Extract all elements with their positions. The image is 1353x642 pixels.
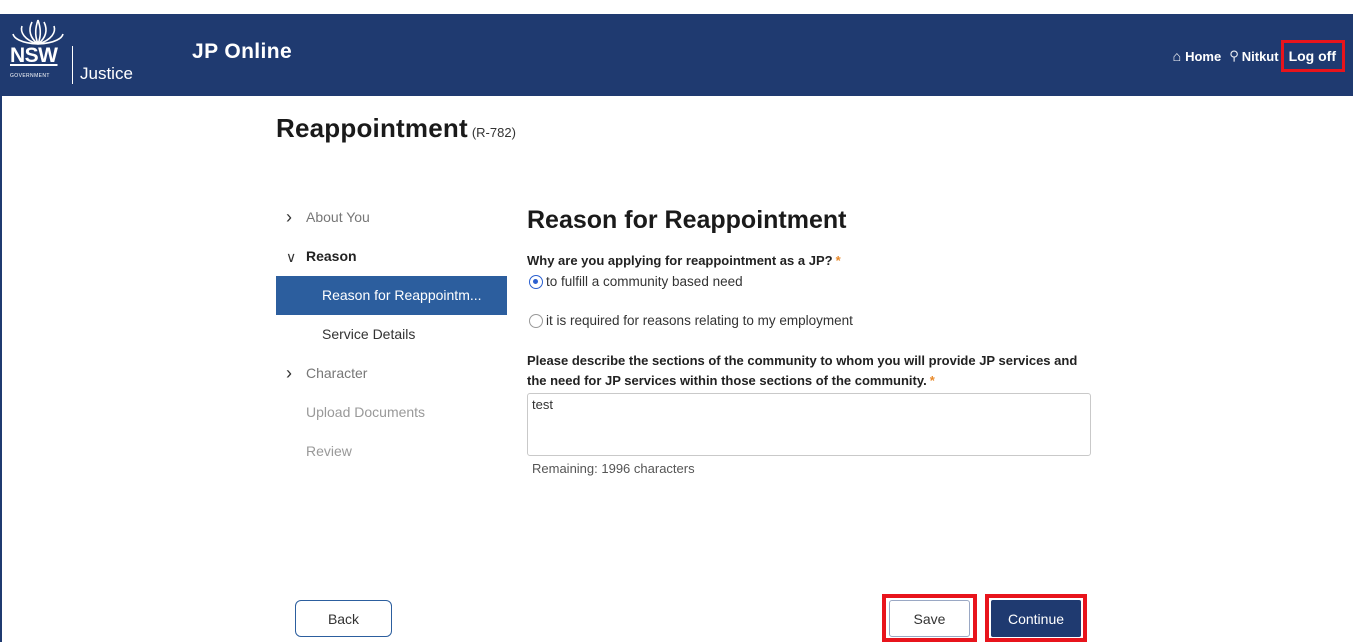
nav-item-reason-for-reappointment[interactable]: Reason for Reappointm...	[276, 276, 507, 315]
nav-item-about-you[interactable]: › About You	[276, 198, 507, 237]
nav-item-character[interactable]: › Character	[276, 354, 507, 393]
chevron-down-icon: ∨	[286, 249, 297, 265]
nsw-justice-logo[interactable]: NSW GOVERNMENT Justice	[8, 18, 158, 88]
logo-nsw-text: NSW	[10, 44, 58, 67]
window-top-strip	[0, 0, 1353, 14]
radio-option-community-need[interactable]: to fulfill a community based need	[529, 274, 743, 289]
continue-button[interactable]: Continue	[991, 600, 1081, 637]
page-title-text: Reappointment	[276, 113, 468, 143]
back-button[interactable]: Back	[295, 600, 392, 637]
logo-government-text: GOVERNMENT	[10, 73, 50, 79]
user-icon: ⚲	[1229, 48, 1239, 63]
home-icon: ⌂	[1172, 48, 1182, 64]
remaining-characters: Remaining: 1996 characters	[532, 461, 695, 476]
nav-item-label: Upload Documents	[306, 404, 426, 420]
home-link-label: Home	[1185, 48, 1222, 64]
radio-option-employment[interactable]: it is required for reasons relating to m…	[529, 313, 853, 328]
app-header: NSW GOVERNMENT Justice JP Online ⌂ Home …	[0, 14, 1353, 96]
radio-unchecked-icon[interactable]	[529, 313, 543, 328]
nav-item-label: About You	[306, 209, 370, 225]
chevron-right-icon: ›	[286, 207, 292, 227]
nav-item-upload-documents: Upload Documents	[276, 393, 507, 432]
waratah-icon	[12, 19, 64, 45]
section-title: Reason for Reappointment	[527, 206, 847, 234]
logo-divider	[72, 46, 73, 84]
nav-item-label: Review	[306, 443, 352, 459]
top-nav: ⌂ Home ⚲ Nitkut Log off	[1173, 40, 1345, 72]
nav-item-label: Reason	[306, 248, 357, 264]
radio-checked-icon[interactable]	[529, 274, 543, 289]
nav-item-label: Character	[306, 365, 368, 381]
description-question: Please describe the sections of the comm…	[527, 351, 1097, 391]
description-textarea[interactable]: test	[527, 393, 1091, 456]
radio-option-label: to fulfill a community based need	[546, 274, 743, 289]
chevron-right-icon: ›	[286, 363, 292, 383]
app-title: JP Online	[192, 40, 293, 63]
nav-item-label: Service Details	[322, 326, 416, 342]
user-name: Nitkut	[1241, 48, 1279, 64]
required-marker: *	[835, 253, 841, 268]
radio-option-label: it is required for reasons relating to m…	[546, 313, 853, 328]
logo-justice-text: Justice	[80, 64, 133, 83]
nav-item-label: Reason for Reappointm...	[322, 287, 482, 303]
nav-item-service-details[interactable]: Service Details	[276, 315, 507, 354]
user-menu[interactable]: ⚲ Nitkut	[1221, 48, 1278, 64]
reason-question-text: Why are you applying for reappointment a…	[527, 253, 833, 268]
home-link[interactable]: ⌂ Home	[1173, 48, 1222, 64]
nav-item-review: Review	[276, 432, 507, 471]
reason-question: Why are you applying for reappointment a…	[527, 253, 841, 268]
required-marker: *	[929, 373, 935, 388]
logoff-button[interactable]: Log off	[1280, 40, 1345, 72]
description-question-text: Please describe the sections of the comm…	[527, 353, 1078, 388]
form-code: (R-782)	[471, 125, 516, 140]
page-title: Reappointment (R-782)	[276, 113, 516, 144]
page-left-border	[0, 96, 2, 642]
step-navigation: › About You ∨ Reason Reason for Reappoin…	[276, 198, 507, 471]
save-button[interactable]: Save	[889, 600, 970, 637]
nav-item-reason[interactable]: ∨ Reason	[276, 237, 507, 276]
